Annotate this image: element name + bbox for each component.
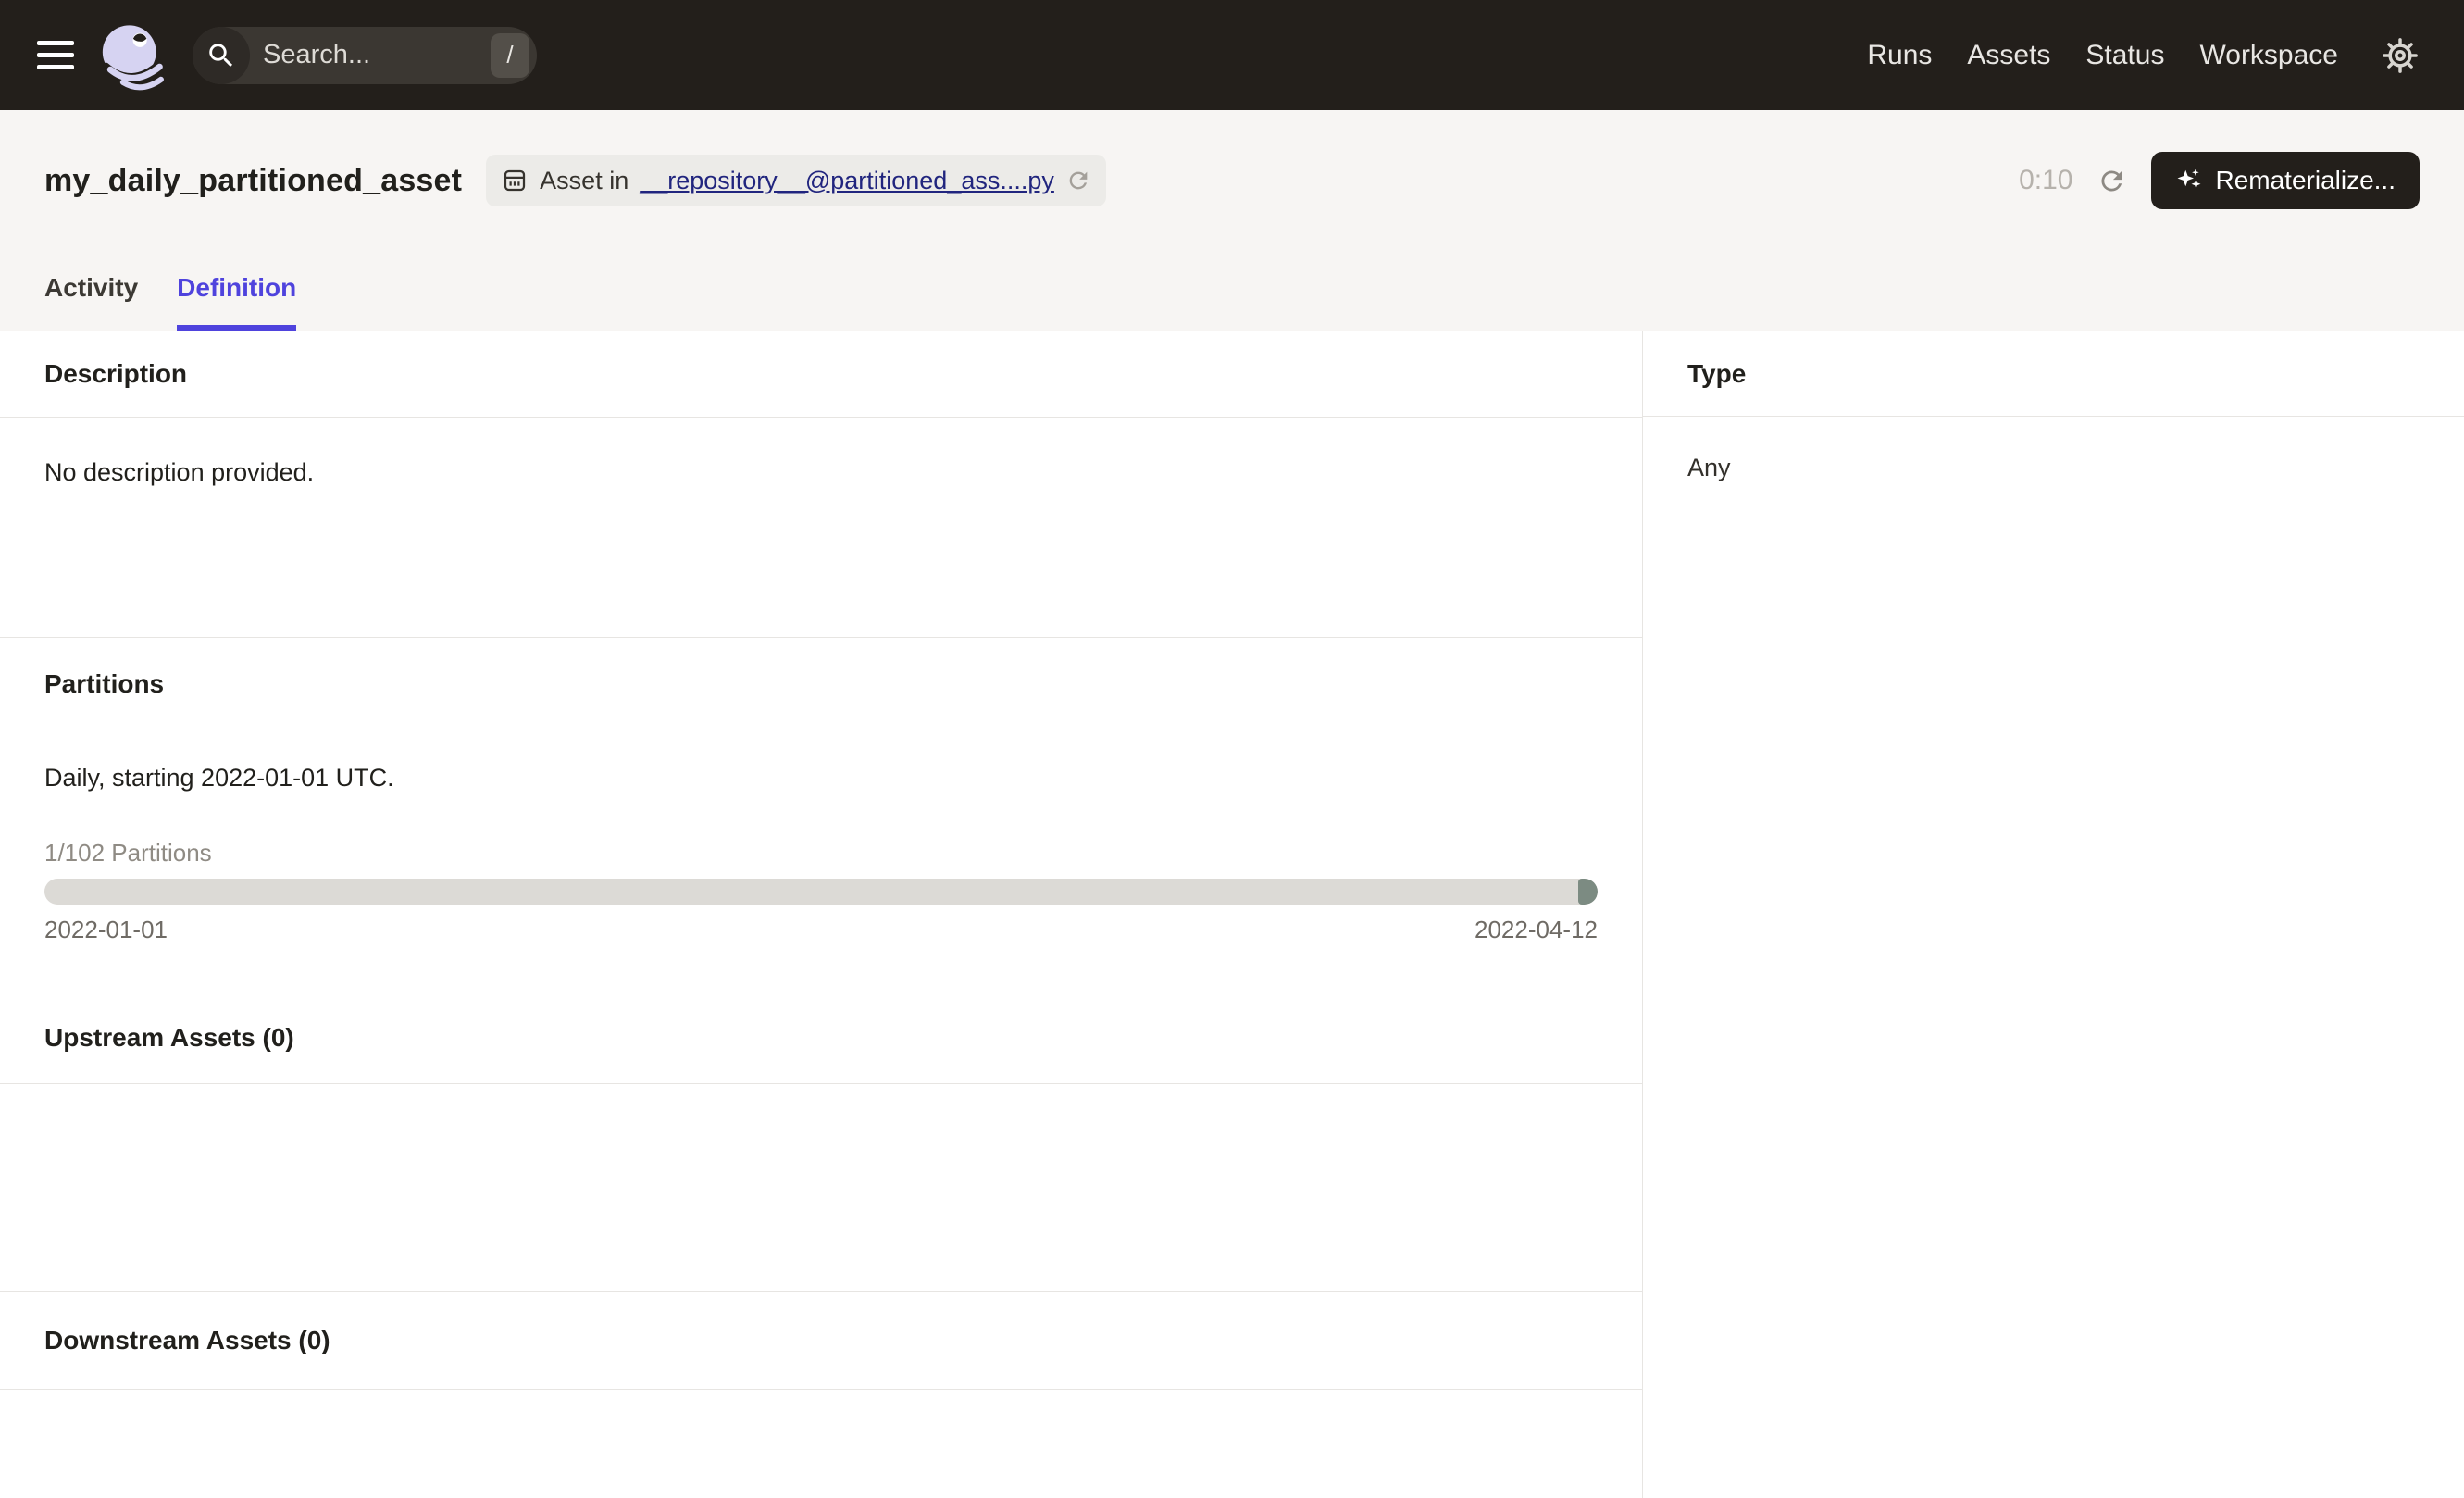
tab-definition[interactable]: Definition [177, 251, 296, 331]
type-value: Any [1643, 417, 2464, 482]
description-heading: Description [0, 331, 1642, 417]
asset-page-header: my_daily_partitioned_asset Asset in __re… [0, 110, 2464, 331]
partition-progress-fill [1578, 879, 1598, 905]
reload-icon [1065, 168, 1091, 193]
page-title: my_daily_partitioned_asset [44, 163, 462, 199]
refresh-button[interactable] [2097, 166, 2127, 196]
partition-progress-bar [44, 879, 1598, 905]
search-icon [193, 27, 250, 84]
asset-tag-prefix: Asset in [540, 167, 628, 195]
partition-range-end: 2022-04-12 [1475, 916, 1598, 944]
partitions-heading: Partitions [0, 637, 1642, 730]
downstream-assets-body [0, 1389, 1642, 1498]
nav-assets[interactable]: Assets [1967, 40, 2050, 71]
downstream-assets-heading: Downstream Assets (0) [0, 1291, 1642, 1389]
refresh-countdown: 0:10 [2019, 165, 2072, 196]
nav-runs[interactable]: Runs [1867, 40, 1932, 71]
sparkle-icon [2175, 167, 2203, 194]
rematerialize-label: Rematerialize... [2215, 166, 2396, 195]
dagster-logo[interactable] [96, 20, 167, 91]
upstream-assets-heading: Upstream Assets (0) [0, 992, 1642, 1083]
asset-tabs: Activity Definition [44, 251, 2420, 331]
asset-location-tag: Asset in __repository__@partitioned_ass.… [486, 155, 1106, 206]
repository-icon [501, 167, 529, 194]
partition-schedule: Daily, starting 2022-01-01 UTC. [44, 764, 1598, 793]
search-input[interactable] [250, 40, 491, 70]
partitions-body: Daily, starting 2022-01-01 UTC. 1/102 Pa… [0, 730, 1642, 992]
global-search: / [193, 27, 537, 84]
definition-left-column: Description No description provided. Par… [0, 331, 1643, 1498]
rematerialize-button[interactable]: Rematerialize... [2151, 152, 2420, 209]
definition-content: Description No description provided. Par… [0, 331, 2464, 1498]
top-navigation-bar: / Runs Assets Status Workspace [0, 0, 2464, 110]
hamburger-menu-button[interactable] [37, 41, 74, 69]
definition-right-column: Type Any [1643, 331, 2464, 1498]
partition-count: 1/102 Partitions [44, 839, 1598, 868]
settings-button[interactable] [2381, 36, 2420, 75]
refresh-icon [2097, 166, 2127, 196]
description-body: No description provided. [0, 417, 1642, 637]
reload-repository-button[interactable] [1065, 168, 1091, 193]
nav-workspace[interactable]: Workspace [2199, 40, 2338, 71]
search-shortcut-badge: / [491, 33, 529, 78]
upstream-assets-body [0, 1083, 1642, 1291]
repository-link[interactable]: __repository__@partitioned_ass....py [640, 167, 1054, 195]
gear-icon [2381, 36, 2420, 75]
partition-range-start: 2022-01-01 [44, 916, 168, 944]
top-nav-links: Runs Assets Status Workspace [1867, 40, 2338, 71]
type-heading: Type [1643, 331, 2464, 417]
tab-activity[interactable]: Activity [44, 251, 138, 331]
nav-status[interactable]: Status [2085, 40, 2164, 71]
